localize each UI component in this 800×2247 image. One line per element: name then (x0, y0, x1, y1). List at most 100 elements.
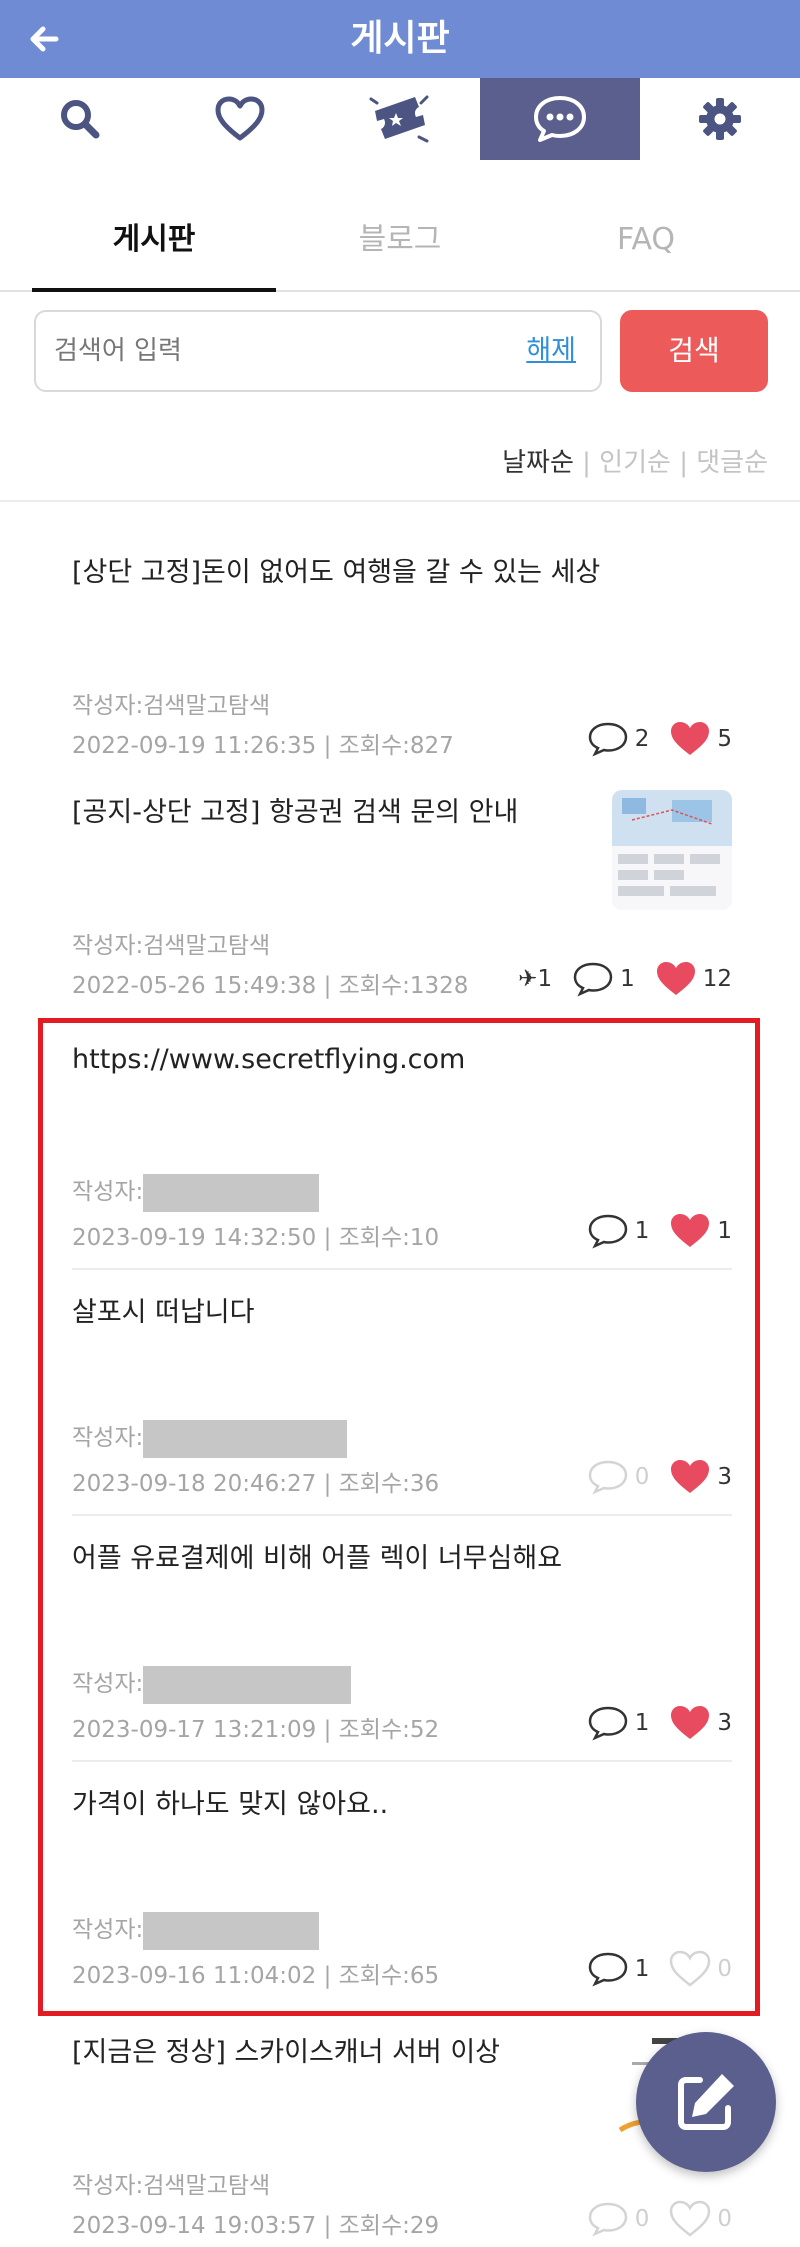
tab-board[interactable]: 게시판 (32, 200, 276, 292)
post-title: https://www.secretflying.com (72, 1044, 466, 1075)
redacted-author (143, 1173, 320, 1212)
comment-icon (588, 2202, 627, 2237)
nav-settings[interactable] (640, 78, 800, 160)
list-item[interactable]: [지금은 정상] 스카이스캐너 서버 이상 작성자:검색말고탐색 2023-09… (72, 2030, 732, 2240)
comment-icon (588, 1952, 627, 1987)
post-stats: 2 5 (567, 720, 732, 758)
heart-outline-icon (670, 2200, 711, 2237)
tab-blog[interactable]: 블로그 (278, 200, 522, 292)
post-stats: 1 1 (567, 1212, 732, 1250)
post-thumbnail (612, 790, 732, 910)
comment-count: 0 (634, 2206, 650, 2232)
post-author: 작성자:검색말고탐색 (72, 2173, 271, 2199)
heart-filled-icon (671, 1706, 710, 1739)
list-item[interactable]: 살포시 떠납니다 작성자: 2023-09-18 20:46:27 | 조회수:… (72, 1290, 732, 1516)
sort-separator: | (670, 448, 697, 478)
sort-options: 날짜순 | 인기순 | 댓글순 (502, 442, 768, 479)
redacted-author (143, 1911, 320, 1950)
post-author: 작성자: (72, 1418, 348, 1458)
post-stats: ✈1 1 12 (498, 960, 732, 998)
comment-count: 1 (634, 1218, 650, 1244)
write-post-button[interactable] (636, 2032, 776, 2172)
post-meta: 2023-09-14 19:03:57 | 조회수:29 (72, 2213, 440, 2239)
post-meta: 2022-09-19 11:26:35 | 조회수:827 (72, 733, 454, 759)
like-count: 1 (717, 1218, 732, 1244)
post-stats: 0 0 (567, 2200, 732, 2238)
like-count: 3 (717, 1464, 732, 1490)
comment-icon (588, 1214, 627, 1249)
heart-filled-icon (656, 962, 695, 995)
post-meta: 2023-09-16 11:04:02 | 조회수:65 (72, 1963, 440, 1989)
comment-count: 2 (634, 726, 650, 752)
gear-icon (699, 98, 741, 140)
search-placeholder: 검색어 입력 (54, 336, 182, 366)
post-meta: 2022-05-26 15:49:38 | 조회수:1328 (72, 973, 469, 999)
flight-count: ✈1 (518, 966, 553, 992)
post-author: 작성자:검색말고탐색 (72, 933, 271, 959)
nav-tickets[interactable] (320, 78, 480, 160)
comment-count: 1 (620, 966, 635, 992)
chat-icon (534, 96, 586, 142)
post-stats: 1 0 (567, 1950, 732, 1988)
list-item[interactable]: [상단 고정]돈이 없어도 여행을 갈 수 있는 세상 작성자:검색말고탐색 2… (72, 550, 732, 760)
nav-board[interactable] (480, 78, 640, 160)
like-count: 0 (717, 1956, 732, 1982)
sort-by-popular[interactable]: 인기순 (599, 448, 671, 478)
redacted-author (143, 1665, 352, 1704)
comment-count: 1 (634, 1956, 650, 1982)
tab-faq[interactable]: FAQ (524, 200, 768, 292)
heart-filled-icon (671, 722, 710, 755)
clear-search-link[interactable]: 해제 (526, 312, 576, 390)
post-stats: 1 3 (567, 1704, 732, 1742)
post-title: [지금은 정상] 스카이스캐너 서버 이상 (72, 2037, 500, 2068)
comment-count: 0 (634, 1464, 650, 1490)
post-title: 어플 유료결제에 비해 어플 렉이 너무심해요 (72, 1543, 563, 1574)
heart-icon (215, 96, 265, 141)
search-input[interactable]: 검색어 입력 해제 (34, 310, 602, 392)
list-item[interactable]: [공지-상단 고정] 항공권 검색 문의 안내 작성자:검색말고탐색 2022-… (72, 790, 732, 1000)
sort-by-comments[interactable]: 댓글순 (696, 448, 768, 478)
sort-separator: | (573, 448, 600, 478)
post-author: 작성자: (72, 1172, 320, 1212)
search-button[interactable]: 검색 (620, 310, 768, 392)
app-bar: 게시판 (0, 0, 800, 78)
nav-search[interactable] (0, 78, 160, 160)
search-icon (61, 100, 100, 139)
post-author: 작성자: (72, 1910, 320, 1950)
post-meta: 2023-09-19 14:32:50 | 조회수:10 (72, 1225, 440, 1251)
like-count: 5 (717, 726, 732, 752)
like-count: 12 (702, 966, 732, 992)
post-meta: 2023-09-17 13:21:09 | 조회수:52 (72, 1717, 440, 1743)
divider (72, 1268, 732, 1270)
comment-count: 1 (634, 1710, 650, 1736)
divider (0, 500, 800, 502)
icon-nav (0, 78, 800, 160)
divider (72, 1514, 732, 1516)
heart-filled-icon (671, 1460, 710, 1493)
ticket-icon (369, 95, 429, 143)
comment-icon (588, 722, 627, 757)
comment-icon (588, 1460, 627, 1495)
post-title: 가격이 하나도 맞지 않아요.. (72, 1789, 389, 1820)
sort-by-date[interactable]: 날짜순 (502, 448, 574, 478)
edit-icon (678, 2074, 734, 2130)
list-item[interactable]: https://www.secretflying.com 작성자: 2023-0… (72, 1044, 732, 1270)
post-author: 작성자:검색말고탐색 (72, 693, 271, 719)
nav-favorites[interactable] (160, 78, 320, 160)
like-count: 3 (717, 1710, 732, 1736)
thumbnail-image (612, 790, 732, 910)
list-item[interactable]: 가격이 하나도 맞지 않아요.. 작성자: 2023-09-16 11:04:0… (72, 1782, 732, 2002)
board-tabs: 게시판 블로그 FAQ (0, 200, 800, 292)
post-title: 살포시 떠납니다 (72, 1297, 255, 1328)
redacted-author (143, 1419, 348, 1458)
post-stats: 0 3 (567, 1458, 732, 1496)
heart-outline-icon (670, 1950, 711, 1987)
post-meta: 2023-09-18 20:46:27 | 조회수:36 (72, 1471, 440, 1497)
list-item[interactable]: 어플 유료결제에 비해 어플 렉이 너무심해요 작성자: 2023-09-17 … (72, 1536, 732, 1762)
comment-icon (588, 1706, 627, 1741)
heart-filled-icon (671, 1214, 710, 1247)
divider (72, 1760, 732, 1762)
post-title: [공지-상단 고정] 항공권 검색 문의 안내 (72, 797, 519, 828)
like-count: 0 (717, 2206, 732, 2232)
comment-icon (573, 962, 613, 997)
